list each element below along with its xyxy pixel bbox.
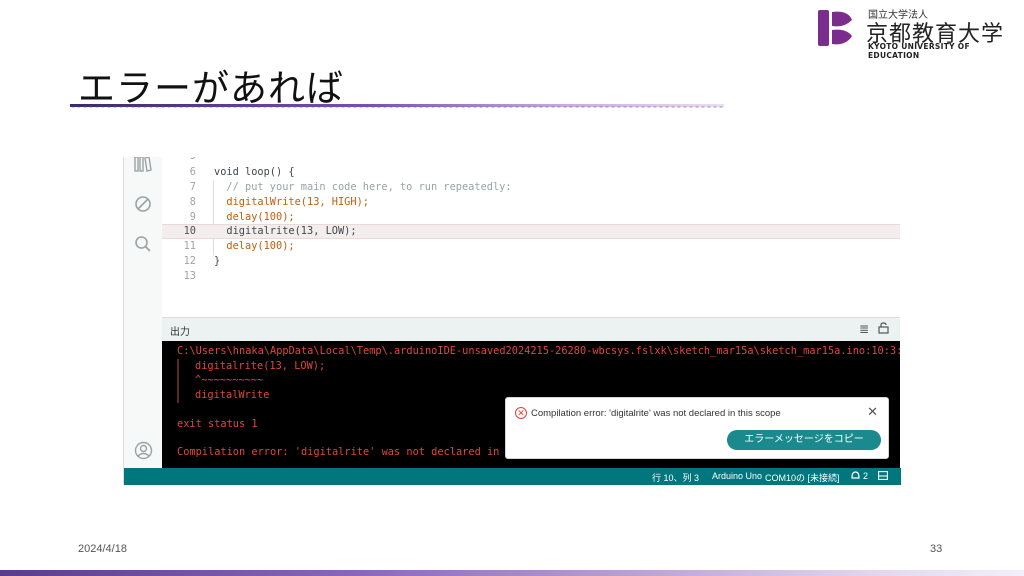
output-line: ^~~~~~~~~~~ [195,374,264,386]
slide-page-number: 33 [930,543,943,555]
code-line: 9 delay(100); [162,210,900,225]
output-line: digitalrite(13, LOW); [195,360,326,372]
board-name[interactable]: Arduino Uno [712,471,762,481]
output-line: exit status 1 [177,418,258,430]
code-text: delay(100); [214,240,295,252]
line-number: 8 [189,196,196,208]
code-line: 8 digitalWrite(13, HIGH); [162,195,900,210]
arduino-ide-window: 5 6 void loop() { 7 // put your main cod… [123,157,901,485]
line-number: 10 [183,225,196,237]
search-icon[interactable] [133,235,153,255]
copy-error-message-button[interactable]: エラーメッセージをコピー [727,430,881,450]
line-number: 13 [183,270,196,282]
unlock-scroll-icon[interactable] [878,322,889,337]
code-line: 6 void loop() { [162,165,900,180]
output-line: digitalWrite [195,389,270,401]
line-number: 12 [183,255,196,267]
code-comment: // put your main code here, to run repea… [214,181,512,193]
code-text: } [214,255,221,267]
account-icon[interactable] [133,441,153,461]
line-number: 7 [189,181,196,193]
code-line-current: 10 digitalrite(13, LOW); [162,224,900,239]
error-notification: ✕ Compilation error: 'digitalrite' was n… [505,397,889,459]
output-bracket [177,359,179,403]
clear-output-icon[interactable]: ≣ [859,322,869,336]
code-line: 12 } [162,254,900,269]
slide-date: 2024/4/18 [78,543,127,555]
code-text: void loop() { [214,166,295,178]
cursor-position[interactable]: 行 10、列 3 [652,471,699,484]
code-text: delay(100); [214,211,295,223]
notification-message: Compilation error: 'digitalrite' was not… [531,408,781,419]
code-text: digitalWrite(13, HIGH); [214,196,369,208]
code-line: 7 // put your main code here, to run rep… [162,180,900,195]
university-mark-icon [818,10,852,46]
output-line: C:\Users\hnaka\AppData\Local\Temp\.ardui… [177,345,900,357]
notification-count[interactable]: 2 [863,471,868,481]
code-line: 5 [162,157,900,164]
code-editor[interactable]: 5 6 void loop() { 7 // put your main cod… [162,157,900,317]
code-line: 13 [162,269,900,284]
error-icon: ✕ [515,407,527,419]
university-logo: 国立大学法人 京都教育大学 KYOTO UNIVERSITY OF EDUCAT… [816,6,1021,60]
close-icon[interactable]: ✕ [867,404,878,420]
notifications-bell-icon[interactable] [851,471,860,482]
debug-icon[interactable] [133,195,153,215]
library-icon[interactable] [133,157,153,177]
title-underline-dots [70,106,724,108]
output-panel-header: 出力 ≣ [162,317,900,342]
toggle-panel-icon[interactable] [878,471,888,482]
line-number: 6 [189,166,196,178]
port-status[interactable]: COM10の [未接続] [765,471,840,484]
code-line: 11 delay(100); [162,239,900,254]
line-number: 5 [162,157,196,164]
logo-english-name: KYOTO UNIVERSITY OF EDUCATION [868,42,970,60]
activity-bar [124,157,163,468]
line-number: 9 [189,211,196,223]
output-panel-title: 出力 [170,327,190,338]
status-bar: 行 10、列 3 Arduino Uno COM10の [未接続] 2 [124,468,901,485]
code-text-error: digitalrite(13, LOW); [214,225,357,237]
line-number: 11 [183,240,196,252]
footer-bar [0,570,1024,576]
